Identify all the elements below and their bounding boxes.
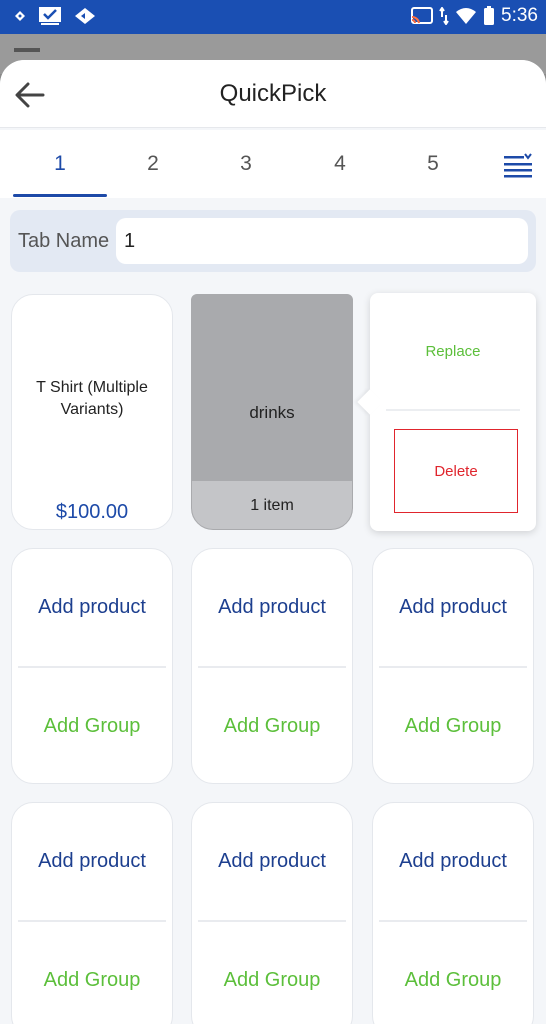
tab-4[interactable]: 4 [293, 130, 387, 198]
add-product-button[interactable]: Add product [373, 549, 533, 666]
sort-list-icon [504, 153, 532, 178]
add-group-button[interactable]: Add Group [192, 922, 352, 1024]
notification-dot-icon [14, 10, 26, 22]
data-arrows-icon [439, 7, 449, 25]
cast-icon [411, 7, 434, 25]
add-product-button[interactable]: Add product [373, 803, 533, 920]
empty-tile: Add product Add Group [372, 548, 534, 784]
add-product-button[interactable]: Add product [12, 803, 172, 920]
delete-button[interactable]: Delete [394, 429, 518, 513]
group-tile[interactable]: drinks 1 item [191, 294, 353, 530]
add-group-button[interactable]: Add Group [373, 922, 533, 1024]
tab-name-row: Tab Name [10, 210, 536, 272]
add-product-button[interactable]: Add product [192, 549, 352, 666]
empty-tile: Add product Add Group [11, 802, 173, 1024]
group-name: drinks [249, 403, 295, 422]
add-group-button[interactable]: Add Group [192, 668, 352, 783]
wifi-icon [455, 7, 477, 25]
add-group-button[interactable]: Add Group [12, 668, 172, 783]
group-item-count: 1 item [192, 481, 352, 529]
empty-tile: Add product Add Group [191, 548, 353, 784]
tab-bar: 1 2 3 4 5 [0, 130, 546, 198]
tab-name-input[interactable] [116, 218, 528, 264]
status-right-icons: 5:36 [411, 5, 538, 27]
header-bar: QuickPick [0, 60, 546, 128]
product-price: $100.00 [55, 501, 129, 523]
tab-3[interactable]: 3 [199, 130, 293, 198]
quickpick-sheet: QuickPick 1 2 3 4 5 Tab Name T Shirt (Mu… [0, 60, 546, 1024]
page-title: QuickPick [219, 80, 327, 107]
replace-button[interactable]: Replace [370, 293, 536, 409]
add-group-button[interactable]: Add Group [12, 922, 172, 1024]
empty-tile: Add product Add Group [11, 548, 173, 784]
product-name: T Shirt (Multiple Variants) [36, 379, 148, 418]
tab-2[interactable]: 2 [106, 130, 200, 198]
status-bar: 5:36 [0, 0, 546, 34]
add-product-button[interactable]: Add product [192, 803, 352, 920]
tab-5[interactable]: 5 [386, 130, 480, 198]
tile-options-popover: Replace Delete [357, 293, 536, 531]
add-product-button[interactable]: Add product [12, 549, 172, 666]
add-group-button[interactable]: Add Group [373, 668, 533, 783]
status-time: 5:36 [501, 5, 538, 26]
status-left-icons [14, 6, 96, 26]
empty-tile: Add product Add Group [372, 802, 534, 1024]
tab-name-label: Tab Name [18, 230, 110, 252]
battery-icon [483, 6, 495, 26]
empty-tile: Add product Add Group [191, 802, 353, 1024]
product-tile[interactable]: T Shirt (Multiple Variants) $100.00 [11, 294, 173, 530]
sort-menu-button[interactable] [500, 150, 536, 180]
popover-divider [386, 409, 520, 411]
tab-1[interactable]: 1 [13, 130, 107, 198]
checkbox-mail-icon [38, 6, 62, 26]
diamond-arrows-icon [74, 7, 96, 25]
